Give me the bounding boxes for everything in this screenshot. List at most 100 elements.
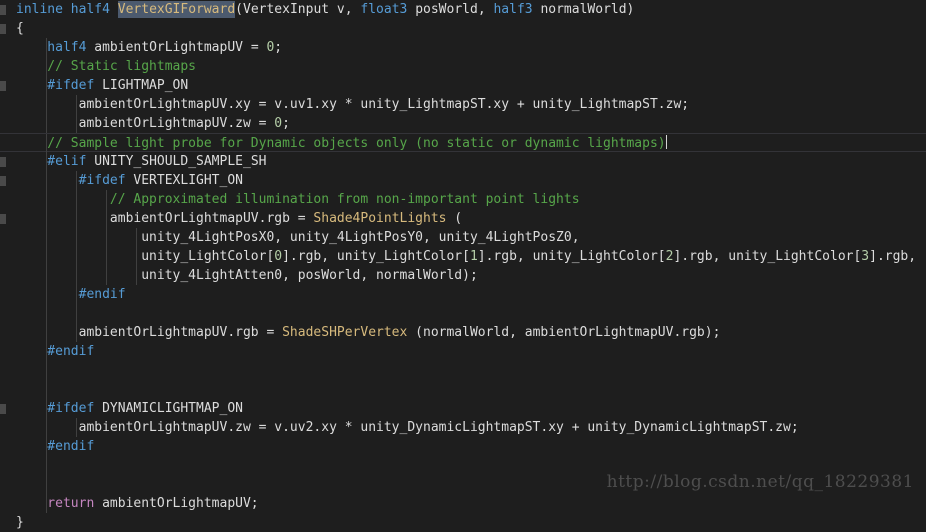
code-token: 0 <box>274 116 283 131</box>
code-line[interactable]: #endif <box>0 342 926 361</box>
code-line[interactable]: ambientOrLightmapUV.zw = v.uv2.xy * unit… <box>0 418 926 437</box>
code-line-text: inline half4 VertexGIForward(VertexInput… <box>16 1 635 18</box>
code-line-text: return ambientOrLightmapUV; <box>16 496 259 511</box>
code-line-text: ambientOrLightmapUV.zw = v.uv2.xy * unit… <box>16 420 799 435</box>
code-line-text: ambientOrLightmapUV.zw = 0; <box>16 116 290 131</box>
code-token: #endif <box>16 439 95 454</box>
code-line[interactable]: ambientOrLightmapUV.rgb = ShadeSHPerVert… <box>0 323 926 342</box>
code-line[interactable]: #endif <box>0 437 926 456</box>
code-token: ( <box>446 211 463 226</box>
code-line-text: // Sample light probe for Dynamic object… <box>16 135 667 151</box>
code-line[interactable]: inline half4 VertexGIForward(VertexInput… <box>0 0 926 19</box>
code-line[interactable]: #ifdef LIGHTMAP_ON <box>0 76 926 95</box>
code-token: ( <box>235 2 243 17</box>
code-line-text: unity_4LightPosX0, unity_4LightPosY0, un… <box>16 230 580 245</box>
code-line[interactable]: #ifdef DYNAMICLIGHTMAP_ON <box>0 399 926 418</box>
code-line[interactable]: ambientOrLightmapUV.xy = v.uv1.xy * unit… <box>0 95 926 114</box>
code-token: ShadeSHPerVertex <box>282 325 408 340</box>
indent-guide <box>46 361 47 380</box>
code-line[interactable]: #ifdef VERTEXLIGHT_ON <box>0 171 926 190</box>
code-line[interactable]: } <box>0 513 926 532</box>
code-line-text: unity_LightColor[0].rgb, unity_LightColo… <box>16 249 916 264</box>
code-line-text: #ifdef VERTEXLIGHT_ON <box>16 173 243 188</box>
code-token: { <box>16 21 24 36</box>
code-token: ambientOrLightmapUV.zw = <box>16 116 275 131</box>
code-token: half4 <box>16 40 95 55</box>
code-token: // Approximated illumination from non-im… <box>16 192 580 207</box>
code-token: half4 <box>70 2 118 17</box>
code-token: ambientOrLightmapUV.rgb = <box>16 211 314 226</box>
code-token: VERTEXLIGHT_ON <box>133 173 243 188</box>
code-line-text: ambientOrLightmapUV.rgb = ShadeSHPerVert… <box>16 325 721 340</box>
code-token: ambientOrLightmapUV.xy = v.uv1.xy * unit… <box>16 97 690 112</box>
code-line-text: #endif <box>16 439 94 454</box>
code-editor[interactable]: inline half4 VertexGIForward(VertexInput… <box>0 0 926 530</box>
code-token: ambientOrLightmapUV.rgb = <box>16 325 283 340</box>
code-token: #elif <box>16 154 95 169</box>
code-token: ; <box>282 116 290 131</box>
code-token: unity_4LightPosX0, unity_4LightPosY0, un… <box>16 230 580 245</box>
code-token: #endif <box>16 344 95 359</box>
code-token: (normalWorld, ambientOrLightmapUV.rgb); <box>407 325 721 340</box>
indent-guide <box>76 304 77 323</box>
code-line-text: #ifdef LIGHTMAP_ON <box>16 78 188 93</box>
code-token: ].rgb, unity_LightColor[ <box>282 249 470 264</box>
code-token: } <box>16 515 24 530</box>
code-token: Shade4PointLights <box>313 211 447 226</box>
code-token: // Sample light probe for Dynamic object… <box>16 136 666 151</box>
code-line-text: #endif <box>16 344 94 359</box>
code-line[interactable] <box>0 361 926 380</box>
code-line-text: half4 ambientOrLightmapUV = 0; <box>16 40 282 55</box>
code-token: 1 <box>469 249 478 264</box>
code-surface[interactable]: inline half4 VertexGIForward(VertexInput… <box>0 0 926 530</box>
code-token: inline <box>16 2 71 17</box>
code-line[interactable]: { <box>0 19 926 38</box>
code-line[interactable]: // Approximated illumination from non-im… <box>0 190 926 209</box>
code-token: ].rgb, unity_LightColor[ <box>673 249 862 264</box>
code-line[interactable]: unity_4LightPosX0, unity_4LightPosY0, un… <box>0 228 926 247</box>
code-line[interactable]: // Static lightmaps <box>0 57 926 76</box>
code-line[interactable]: #elif UNITY_SHOULD_SAMPLE_SH <box>0 152 926 171</box>
indent-guide <box>46 475 47 494</box>
code-line[interactable]: unity_4LightAtten0, posWorld, normalWorl… <box>0 266 926 285</box>
code-line[interactable]: // Sample light probe for Dynamic object… <box>0 133 926 153</box>
code-line[interactable] <box>0 380 926 399</box>
code-token: 3 <box>861 249 870 264</box>
code-line-text: } <box>16 515 24 530</box>
text-caret <box>665 135 667 149</box>
watermark-url: http://blog.csdn.net/qq_18229381 <box>606 472 914 492</box>
code-token: VertexInput v, <box>243 2 361 17</box>
code-line[interactable]: ambientOrLightmapUV.rgb = Shade4PointLig… <box>0 209 926 228</box>
code-line[interactable]: return ambientOrLightmapUV; <box>0 494 926 513</box>
code-token: ].rgb, <box>869 249 917 264</box>
code-line-text: // Static lightmaps <box>16 59 196 74</box>
code-token: LIGHTMAP_ON <box>102 78 189 93</box>
code-line[interactable]: ambientOrLightmapUV.zw = 0; <box>0 114 926 133</box>
code-token: ; <box>274 40 283 55</box>
code-token: #ifdef <box>16 401 103 416</box>
code-line-text: ambientOrLightmapUV.rgb = Shade4PointLig… <box>16 211 462 226</box>
code-token: DYNAMICLIGHTMAP_ON <box>102 401 243 416</box>
code-line[interactable]: unity_LightColor[0].rgb, unity_LightColo… <box>0 247 926 266</box>
indent-guide <box>46 304 47 323</box>
code-token: 0 <box>274 249 283 264</box>
code-token: posWorld, <box>415 2 494 17</box>
code-token: half3 <box>493 2 541 17</box>
code-token: #ifdef <box>16 173 134 188</box>
code-line-text: #endif <box>16 287 126 302</box>
selected-token: VertexGIForward <box>117 1 236 18</box>
code-token: UNITY_SHOULD_SAMPLE_SH <box>94 154 267 169</box>
code-token: // Static lightmaps <box>16 59 197 74</box>
code-line-text: unity_4LightAtten0, posWorld, normalWorl… <box>16 268 478 283</box>
code-line-text: #elif UNITY_SHOULD_SAMPLE_SH <box>16 154 266 169</box>
code-line-text: // Approximated illumination from non-im… <box>16 192 580 207</box>
code-token: unity_4LightAtten0, posWorld, normalWorl… <box>16 268 478 283</box>
code-line[interactable] <box>0 304 926 323</box>
code-token: normalWorld) <box>540 2 635 17</box>
code-line[interactable]: half4 ambientOrLightmapUV = 0; <box>0 38 926 57</box>
code-token: return <box>16 496 103 511</box>
code-token: #ifdef <box>16 78 103 93</box>
code-token: unity_LightColor[ <box>16 249 275 264</box>
code-line[interactable]: #endif <box>0 285 926 304</box>
code-token: ambientOrLightmapUV; <box>102 496 259 511</box>
